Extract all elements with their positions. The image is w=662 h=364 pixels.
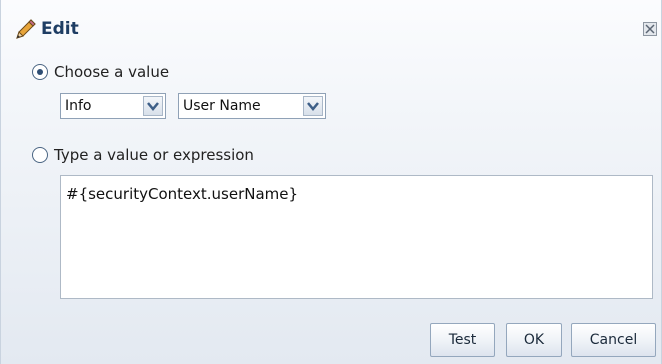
- scope-select[interactable]: Info: [60, 93, 166, 119]
- pencil-icon: [13, 16, 39, 42]
- dialog-titlebar: Edit: [1, 0, 661, 46]
- expression-textarea[interactable]: #{securityContext.userName}: [60, 175, 653, 299]
- attribute-select-value: User Name: [183, 98, 261, 114]
- attribute-select[interactable]: User Name: [178, 93, 326, 119]
- dialog-title: Edit: [41, 19, 79, 39]
- ok-button[interactable]: OK: [506, 323, 562, 357]
- test-button[interactable]: Test: [430, 323, 495, 357]
- edit-dialog: Edit Choose a value Info User Name Type …: [0, 0, 662, 364]
- chevron-down-icon[interactable]: [143, 96, 163, 116]
- choose-value-option[interactable]: Choose a value: [32, 63, 169, 81]
- choose-value-label: Choose a value: [54, 63, 170, 81]
- scope-select-value: Info: [65, 98, 92, 114]
- type-value-option[interactable]: Type a value or expression: [32, 146, 254, 164]
- expression-value: #{securityContext.userName}: [66, 185, 299, 203]
- cancel-button[interactable]: Cancel: [571, 323, 656, 357]
- close-icon[interactable]: [643, 22, 657, 36]
- type-value-label: Type a value or expression: [54, 146, 254, 164]
- type-value-radio[interactable]: [32, 147, 48, 163]
- choose-value-radio[interactable]: [32, 64, 48, 80]
- chevron-down-icon[interactable]: [303, 96, 323, 116]
